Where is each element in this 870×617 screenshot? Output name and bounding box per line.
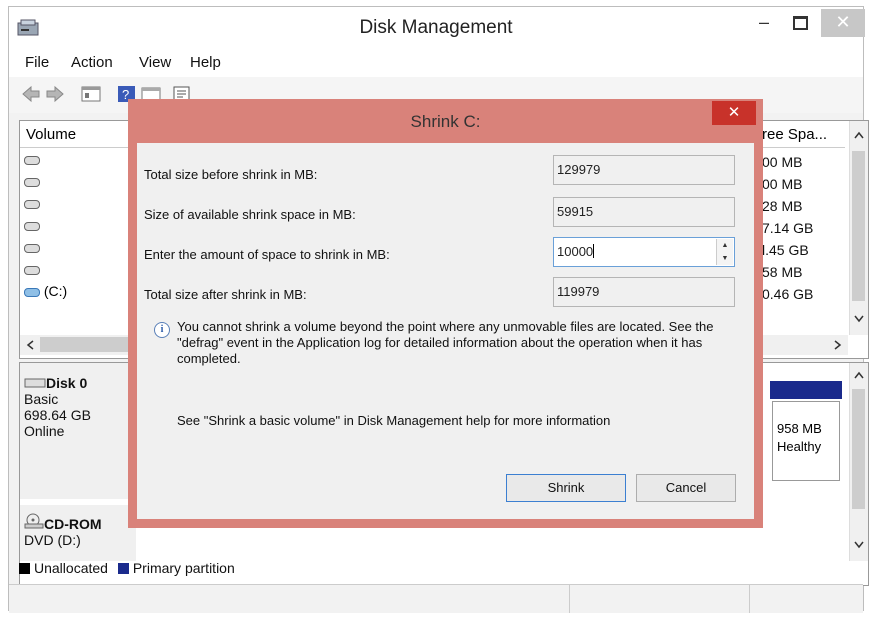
- disk0-size: 698.64 GB: [24, 407, 91, 423]
- dialog-title: Shrink C:: [410, 112, 481, 131]
- help-text: See "Shrink a basic volume" in Disk Mana…: [177, 413, 611, 428]
- maximize-button[interactable]: [785, 9, 815, 37]
- disk0-label[interactable]: Disk 0 Basic 698.64 GB Online: [20, 363, 136, 499]
- scroll-down-icon[interactable]: [854, 315, 864, 323]
- dialog-close-button[interactable]: ✕: [712, 101, 756, 125]
- free-space-value: 0.46 GB: [762, 286, 814, 302]
- drive-icon: [24, 287, 40, 297]
- cdrom-drive: DVD (D:): [24, 532, 81, 548]
- drive-icon: [24, 243, 40, 253]
- disk0-name: Disk 0: [46, 375, 88, 391]
- menu-view[interactable]: View: [139, 54, 171, 71]
- cdrom-label[interactable]: CD-ROM DVD (D:): [20, 505, 136, 561]
- console-tree-icon[interactable]: [81, 85, 101, 103]
- spin-up-icon[interactable]: ▲: [717, 239, 733, 252]
- legend: Unallocated Primary partition: [19, 560, 235, 576]
- cancel-button[interactable]: Cancel: [636, 474, 736, 502]
- maximize-icon: [792, 16, 808, 30]
- shrink-amount-spinner[interactable]: ▲ ▼: [716, 239, 733, 265]
- free-space-value: 28 MB: [762, 198, 803, 214]
- legend-primary: Primary partition: [132, 560, 235, 576]
- info-text: You cannot shrink a volume beyond the po…: [177, 319, 714, 366]
- volume-row[interactable]: [24, 173, 40, 195]
- volume-row[interactable]: [24, 151, 40, 173]
- dialog-body: Total size before shrink in MB: 129979 S…: [137, 143, 754, 519]
- label-total-before: Total size before shrink in MB:: [144, 167, 318, 182]
- forward-arrow-icon[interactable]: [45, 85, 65, 103]
- window-title: Disk Management: [359, 17, 513, 38]
- shrink-amount-input[interactable]: 10000 ▲ ▼: [553, 237, 735, 267]
- scroll-down-icon[interactable]: [854, 541, 864, 549]
- spin-down-icon[interactable]: ▼: [717, 252, 733, 265]
- volume-row[interactable]: [24, 239, 40, 261]
- scrollbar-thumb[interactable]: [40, 337, 140, 352]
- shrink-dialog: Shrink C: ✕ Total size before shrink in …: [128, 99, 763, 528]
- volume-row[interactable]: [24, 261, 40, 283]
- scroll-up-icon[interactable]: [854, 131, 864, 139]
- text-cursor: [593, 244, 595, 258]
- partition-status: Healthy: [777, 439, 822, 454]
- free-space-value: 00 MB: [762, 154, 803, 170]
- scrollbar-thumb[interactable]: [852, 389, 865, 509]
- disk-vertical-scrollbar[interactable]: [849, 363, 868, 561]
- minimize-button[interactable]: –: [749, 9, 779, 37]
- primary-swatch: [117, 563, 129, 574]
- partition-header-bar: [770, 381, 842, 399]
- volume-vertical-scrollbar[interactable]: [849, 121, 868, 335]
- menu-help[interactable]: Help: [190, 54, 221, 71]
- volume-row[interactable]: [24, 217, 40, 239]
- disk0-type: Basic: [24, 391, 59, 407]
- label-shrink-amount: Enter the amount of space to shrink in M…: [144, 247, 390, 262]
- partition-block[interactable]: 958 MB Healthy: [772, 401, 840, 481]
- info-icon: i: [154, 322, 170, 338]
- column-free-space[interactable]: ree Spa...: [762, 126, 827, 143]
- status-divider: [569, 585, 570, 613]
- scroll-up-icon[interactable]: [854, 371, 864, 379]
- label-total-after: Total size after shrink in MB:: [144, 287, 307, 302]
- free-space-value: 58 MB: [762, 264, 803, 280]
- scrollbar-thumb[interactable]: [852, 151, 865, 301]
- free-space-value: 7.14 GB: [762, 220, 814, 236]
- disk0-status: Online: [24, 423, 65, 439]
- drive-icon: [24, 177, 40, 187]
- unallocated-swatch: [19, 563, 30, 574]
- menu-file[interactable]: File: [25, 54, 49, 71]
- close-button[interactable]: ✕: [821, 9, 865, 37]
- drive-icon: [24, 221, 40, 231]
- volume-row[interactable]: [24, 195, 40, 217]
- volume-row-c[interactable]: (C:): [24, 283, 67, 305]
- shrink-button[interactable]: Shrink: [506, 474, 626, 502]
- scroll-left-icon[interactable]: [26, 340, 34, 350]
- available-shrink-field: 59915: [553, 197, 735, 227]
- total-after-field: 119979: [553, 277, 735, 307]
- column-volume[interactable]: Volume: [26, 126, 76, 143]
- total-before-field: 129979: [553, 155, 735, 185]
- cdrom-name: CD-ROM: [44, 516, 102, 532]
- partition-size: 958 MB: [777, 421, 822, 436]
- free-space-value: l.45 GB: [762, 242, 809, 258]
- cdrom-icon: [24, 513, 44, 529]
- drive-icon: [24, 199, 40, 209]
- menu-bar: File Action View Help: [9, 49, 863, 77]
- drive-icon: [24, 265, 40, 275]
- disk-icon: [24, 378, 46, 388]
- status-bar: [9, 584, 863, 613]
- free-space-value: 00 MB: [762, 176, 803, 192]
- back-arrow-icon[interactable]: [21, 85, 41, 103]
- menu-action[interactable]: Action: [71, 54, 113, 71]
- shrink-amount-value: 10000: [557, 244, 594, 259]
- drive-icon: [24, 155, 40, 165]
- legend-unallocated: Unallocated: [34, 560, 108, 576]
- scroll-right-icon[interactable]: [834, 340, 842, 350]
- status-divider: [749, 585, 750, 613]
- title-bar: Disk Management – ✕: [9, 7, 865, 49]
- label-available-shrink: Size of available shrink space in MB:: [144, 207, 356, 222]
